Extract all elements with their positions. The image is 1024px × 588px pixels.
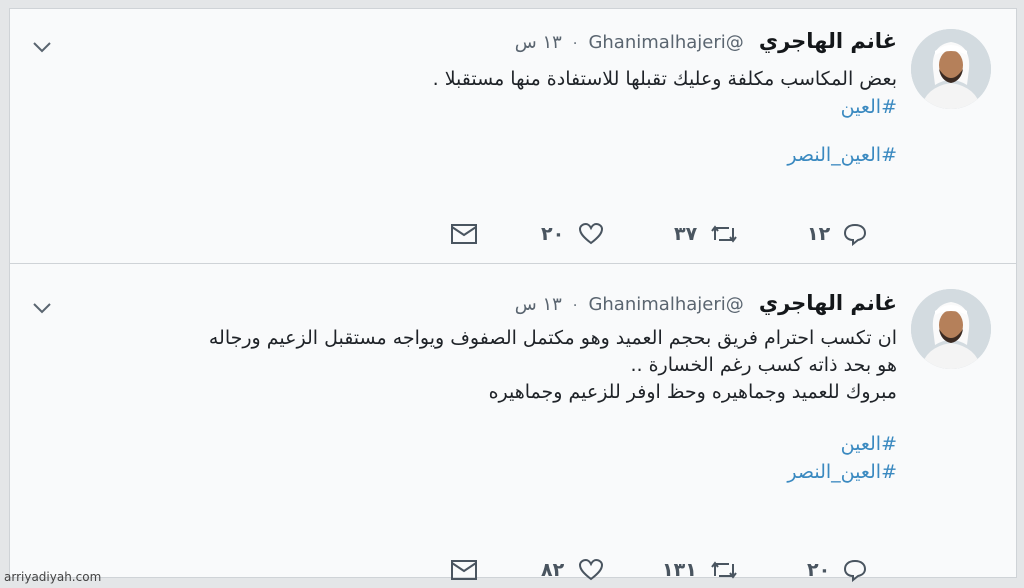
tweet-text: ان تكسب احترام فريق بحجم العميد وهو مكتم… [157, 325, 897, 486]
envelope-icon [450, 223, 478, 245]
timestamp[interactable]: ١٣ س [515, 32, 562, 53]
hashtag-link[interactable]: #العين_النصر [157, 458, 897, 486]
watermark: arriyadiyah.com [4, 570, 102, 584]
hashtag-link[interactable]: #العين_النصر [157, 141, 897, 169]
separator-dot: · [572, 36, 578, 52]
tweet-text-line: هو بحد ذاته كسب رغم الخسارة .. [630, 354, 897, 376]
like-button[interactable]: ٢٠ [541, 218, 604, 250]
retweet-count: ١٣١ [662, 559, 697, 581]
retweet-button[interactable]: ١٣١ [662, 554, 739, 586]
author-handle[interactable]: @Ghanimalhajeri [588, 32, 743, 53]
tweet-text-line: مبروك للعميد وجماهيره وحظ اوفر للزعيم وج… [488, 381, 897, 403]
tweet[interactable]: غانم الهاجري @Ghanimalhajeri · ١٣ س ان ت… [10, 264, 1016, 582]
tweet-text-line: ان تكسب احترام فريق بحجم العميد وهو مكتم… [208, 327, 897, 349]
hashtag-link[interactable]: #العين [157, 93, 897, 121]
reply-count: ٢٠ [807, 559, 831, 581]
tweet[interactable]: غانم الهاجري @Ghanimalhajeri · ١٣ س بعض … [10, 9, 1016, 263]
author-name[interactable]: غانم الهاجري [759, 29, 897, 53]
chevron-down-icon[interactable] [32, 300, 52, 314]
avatar[interactable] [911, 29, 991, 109]
reply-button[interactable]: ١٢ [807, 218, 868, 250]
author-name[interactable]: غانم الهاجري [759, 291, 897, 315]
heart-icon [578, 558, 604, 582]
timeline: غانم الهاجري @Ghanimalhajeri · ١٣ س بعض … [9, 8, 1017, 582]
avatar[interactable] [911, 289, 991, 369]
tweet-text-line: بعض المكاسب مكلفة وعليك تقبلها للاستفادة… [432, 68, 897, 90]
tweet-actions: ١٢ ٣٧ ٢٠ [10, 218, 1016, 250]
author-handle[interactable]: @Ghanimalhajeri [588, 294, 743, 315]
chevron-down-icon[interactable] [32, 39, 52, 53]
tweet-header: غانم الهاجري @Ghanimalhajeri · ١٣ س [515, 291, 897, 321]
reply-count: ١٢ [807, 223, 831, 245]
hashtag-link[interactable]: #العين [157, 430, 897, 458]
message-button[interactable] [450, 218, 478, 250]
retweet-icon [709, 222, 739, 246]
separator-dot: · [572, 298, 578, 314]
envelope-icon [450, 559, 478, 581]
like-count: ٨٢ [541, 559, 565, 581]
heart-icon [578, 222, 604, 246]
like-count: ٢٠ [541, 223, 565, 245]
reply-button[interactable]: ٢٠ [807, 554, 868, 586]
tweet-text: بعض المكاسب مكلفة وعليك تقبلها للاستفادة… [157, 66, 897, 169]
like-button[interactable]: ٨٢ [541, 554, 604, 586]
retweet-count: ٣٧ [674, 223, 698, 245]
timestamp[interactable]: ١٣ س [515, 294, 562, 315]
message-button[interactable] [450, 554, 478, 586]
retweet-button[interactable]: ٣٧ [674, 218, 739, 250]
retweet-icon [709, 558, 739, 582]
tweet-header: غانم الهاجري @Ghanimalhajeri · ١٣ س [515, 29, 897, 59]
reply-icon [842, 558, 868, 582]
reply-icon [842, 222, 868, 246]
tweet-actions: ٢٠ ١٣١ ٨٢ [10, 554, 1016, 586]
